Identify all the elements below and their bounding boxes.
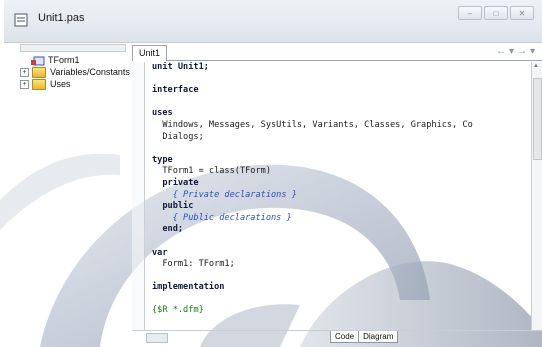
- scroll-thumb[interactable]: [533, 78, 542, 160]
- vertical-scrollbar[interactable]: ▲: [531, 62, 542, 330]
- code-line: Windows, Messages, SysUtils, Variants, C…: [152, 119, 473, 130]
- code-line: {$R *.dfm}: [152, 305, 530, 317]
- expand-icon[interactable]: +: [20, 67, 29, 77]
- structure-scrollbar[interactable]: [20, 44, 126, 52]
- history-navigation: ←▾→▾: [496, 46, 538, 57]
- editor-tab-strip: Unit1 ←▾→▾: [132, 44, 542, 61]
- folder-icon: [32, 66, 46, 78]
- tree-item-variables-constants[interactable]: + Variables/Constants: [20, 66, 130, 78]
- keyword: implementation: [152, 282, 225, 293]
- tree-item-label: TForm1: [48, 55, 80, 65]
- keyword: type: [152, 154, 173, 165]
- scroll-thumb[interactable]: [146, 333, 168, 343]
- code-line: { Public declarations }: [152, 213, 530, 225]
- expand-icon[interactable]: +: [20, 79, 29, 89]
- structure-panel: TForm1 + Variables/Constants + Uses: [20, 44, 130, 344]
- scroll-up-icon[interactable]: ▲: [533, 63, 539, 69]
- window-controls: – □ ✕: [458, 6, 534, 20]
- unit-file-icon: [14, 13, 28, 27]
- editor-gutter: [132, 62, 145, 330]
- folder-icon: [32, 78, 46, 90]
- keyword: unit Unit1;: [152, 62, 209, 72]
- tab-diagram[interactable]: Diagram: [358, 331, 399, 343]
- keyword: var: [152, 247, 168, 258]
- close-button[interactable]: ✕: [510, 6, 534, 20]
- code-line: implementation: [152, 282, 530, 294]
- tree-item-tform1[interactable]: TForm1: [20, 54, 130, 66]
- code-line: type: [152, 155, 530, 167]
- horizontal-scrollbar[interactable]: Code Diagram: [132, 330, 542, 343]
- keyword: uses: [152, 108, 173, 119]
- maximize-button[interactable]: □: [484, 6, 508, 20]
- window-title: Unit1.pas: [38, 12, 85, 24]
- dropdown-icon[interactable]: ▾: [530, 46, 538, 57]
- code-editor: Unit1 ←▾→▾ unit Unit1; interface uses Wi…: [132, 44, 542, 347]
- keyword: end;: [152, 224, 184, 235]
- code-line: { Private declarations }: [152, 190, 530, 202]
- view-tabs: Code Diagram: [330, 331, 399, 343]
- back-arrow-icon[interactable]: ←: [496, 46, 509, 57]
- minimize-button[interactable]: –: [458, 6, 482, 20]
- structure-tree: TForm1 + Variables/Constants + Uses: [20, 54, 130, 90]
- dropdown-icon[interactable]: ▾: [509, 46, 517, 57]
- code-line: public: [152, 201, 530, 213]
- keyword: private: [152, 177, 199, 188]
- comment: { Public declarations }: [152, 212, 292, 223]
- code-line: Form1: TForm1;: [152, 259, 235, 270]
- comment: { Private declarations }: [152, 189, 297, 200]
- tree-item-uses[interactable]: + Uses: [20, 78, 130, 90]
- code-line: var: [152, 248, 530, 260]
- code-line: uses: [152, 108, 530, 120]
- code-text[interactable]: unit Unit1; interface uses Windows, Mess…: [152, 62, 530, 330]
- keyword: public: [152, 201, 194, 212]
- code-line: TForm1 = class(TForm): [152, 166, 271, 177]
- form-icon: [31, 56, 45, 65]
- compiler-directive: {$R *.dfm}: [152, 305, 204, 316]
- code-line: interface: [152, 85, 530, 97]
- forward-arrow-icon[interactable]: →: [517, 46, 530, 57]
- tree-item-label: Variables/Constants: [50, 67, 130, 77]
- window-titlebar: Unit1.pas – □ ✕: [4, 0, 542, 43]
- code-line: unit Unit1;: [152, 62, 530, 74]
- tree-item-label: Uses: [50, 79, 71, 89]
- code-line: Dialogs;: [152, 131, 204, 142]
- keyword: interface: [152, 85, 199, 96]
- code-line: private: [152, 178, 530, 190]
- code-line: end;: [152, 224, 530, 236]
- tab-unit1[interactable]: Unit1: [132, 45, 168, 61]
- tab-code[interactable]: Code: [330, 331, 360, 343]
